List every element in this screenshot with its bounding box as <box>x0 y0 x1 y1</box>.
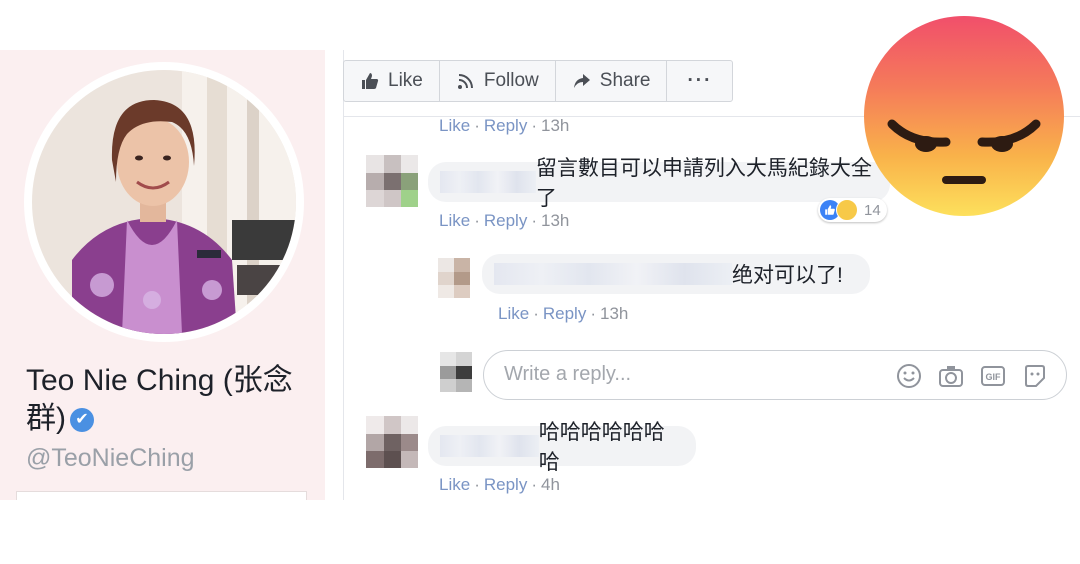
camera-icon[interactable] <box>938 363 964 389</box>
reply-bubble: 绝对可以了! <box>482 254 870 294</box>
comment-bubble: 哈哈哈哈哈哈哈 <box>428 421 696 474</box>
like-link[interactable]: Like <box>439 211 470 230</box>
like-page-button[interactable]: Like <box>344 61 440 101</box>
reply-placeholder: Write a reply... <box>504 363 632 385</box>
emoji-icon[interactable] <box>896 363 922 389</box>
comment-time: 4h <box>541 475 560 494</box>
more-button[interactable]: ··· <box>667 61 732 101</box>
panel-divider <box>16 491 307 500</box>
page-action-bar: Like Follow Share ··· <box>343 60 734 102</box>
haha-reaction-icon <box>836 199 858 221</box>
angry-face-icon <box>864 16 1064 216</box>
comment-meta: Like · Reply · 13h <box>439 211 570 230</box>
more-icon: ··· <box>687 70 713 91</box>
thumbs-up-icon <box>362 73 379 89</box>
profile-photo <box>32 70 296 334</box>
reply-link[interactable]: Reply <box>543 304 586 323</box>
svg-text:GIF: GIF <box>986 372 1002 382</box>
commenter-avatar[interactable] <box>366 155 418 207</box>
share-label: Share <box>599 70 651 91</box>
sticker-icon[interactable] <box>1022 363 1048 389</box>
rss-icon <box>457 74 473 89</box>
reply-link[interactable]: Reply <box>484 475 527 494</box>
profile-name[interactable]: Teo Nie Ching (张念群) ✔ <box>26 362 316 438</box>
commenter-avatar[interactable] <box>366 416 418 468</box>
comment-time: 13h <box>541 116 570 135</box>
reply-link[interactable]: Reply <box>484 211 527 230</box>
verified-badge-icon: ✔ <box>70 408 94 433</box>
comment-meta: Like · Reply · 4h <box>439 475 560 494</box>
comment-time: 13h <box>541 211 570 230</box>
like-link[interactable]: Like <box>439 116 470 135</box>
comment-text: 哈哈哈哈哈哈哈 <box>538 421 665 474</box>
like-link[interactable]: Like <box>498 304 529 323</box>
profile-handle: @TeoNieChing <box>26 444 195 472</box>
reply-text: 绝对可以了! <box>732 264 843 287</box>
follow-button[interactable]: Follow <box>440 61 556 101</box>
follow-label: Follow <box>483 70 539 91</box>
profile-avatar[interactable] <box>32 70 296 334</box>
profile-name-text: Teo Nie Ching (张念群) <box>26 364 293 435</box>
comment-bubble: 留言數目可以申請列入大馬紀錄大全了 <box>428 157 890 210</box>
share-arrow-icon <box>573 74 590 88</box>
comment-meta-top: Like · Reply · 13h <box>439 116 570 135</box>
reply-input[interactable]: Write a reply... GIF <box>483 350 1067 400</box>
reply-link[interactable]: Reply <box>484 116 527 135</box>
like-page-label: Like <box>388 70 423 91</box>
reply-time: 13h <box>600 304 629 323</box>
my-avatar <box>440 352 472 392</box>
replier-name-blurred[interactable] <box>494 263 732 285</box>
commenter-name-blurred[interactable] <box>440 435 539 457</box>
reply-meta: Like · Reply · 13h <box>498 304 629 323</box>
gif-icon[interactable]: GIF <box>980 363 1006 389</box>
commenter-name-blurred[interactable] <box>440 171 536 193</box>
share-button[interactable]: Share <box>556 61 668 101</box>
replier-avatar[interactable] <box>438 258 470 298</box>
like-link[interactable]: Like <box>439 475 470 494</box>
